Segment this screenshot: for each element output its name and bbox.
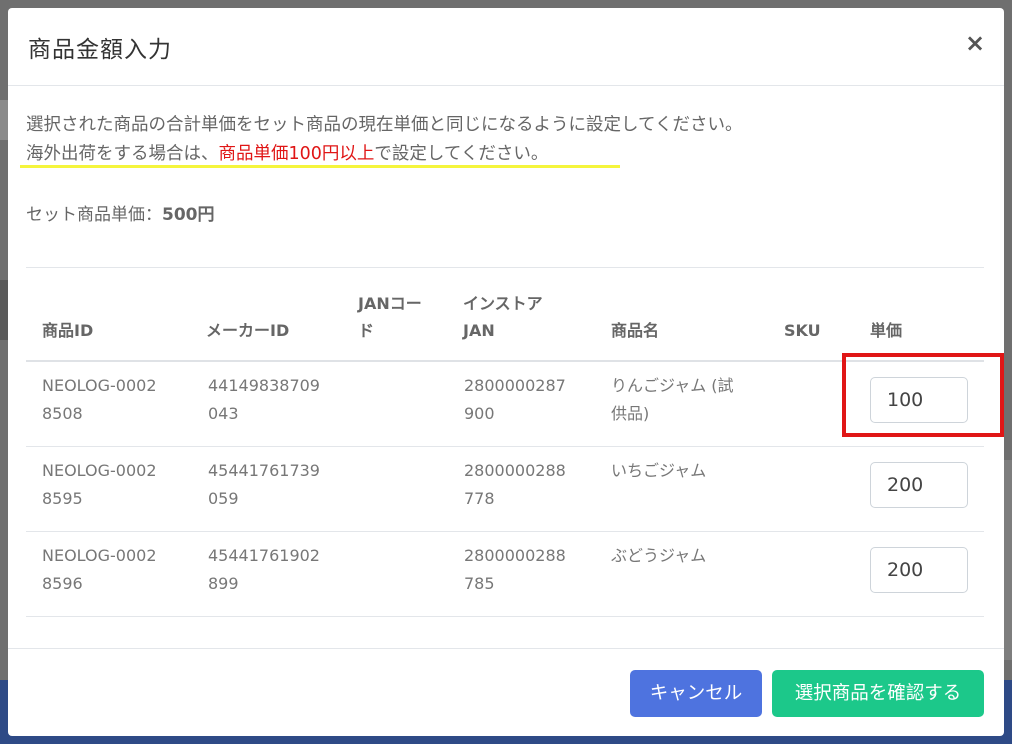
column-header-sku: SKU [784,321,821,340]
cell-maker-id: 44149838709 043 [208,372,320,428]
cell-product-id: NEOLOG-0002 8508 [42,372,157,428]
highlight-underline [20,165,620,168]
cell-instore-jan: 2800000287 900 [464,372,566,428]
modal-title: 商品金額入力 [28,37,172,63]
column-header-product-id: 商品ID [42,321,94,340]
column-header-instore-jan-line2: JAN [463,321,495,340]
table-row: NEOLOG-0002 8596 45441761902 899 2800000… [26,532,984,617]
column-header-unit-price: 単価 [870,321,903,340]
background-page-edge [0,100,8,140]
cell-maker-id-line1: 44149838709 [208,376,320,395]
set-price-label: セット商品単価： [26,205,162,225]
price-input-modal: 商品金額入力 × 選択された商品の合計単価をセット商品の現在単価と同じになるよう… [8,8,1004,736]
cell-instore-jan-line1: 2800000287 [464,376,566,395]
cell-product-name-line1: ぶどうジャム [611,546,707,565]
table-row: NEOLOG-0002 8595 45441761739 059 2800000… [26,447,984,532]
cancel-button[interactable]: キャンセル [630,670,762,717]
modal-footer: キャンセル 選択商品を確認する [8,648,1004,736]
cell-product-id-line2: 8595 [42,489,83,508]
column-header-instore-jan: インストア JAN [463,290,543,344]
table-divider [26,267,984,268]
column-header-jan-code-line1: JANコー [358,294,422,313]
cell-maker-id: 45441761902 899 [208,542,320,598]
unit-price-input[interactable]: 200 [870,547,968,593]
description-line-2-prefix: 海外出荷をする場合は、 [26,144,219,164]
cell-instore-jan-line2: 900 [464,404,495,423]
cell-product-name: ぶどうジャム [611,542,706,570]
cell-instore-jan: 2800000288 785 [464,542,566,598]
cell-maker-id-line1: 45441761739 [208,461,320,480]
background-page-edge [0,280,8,340]
cell-product-name: りんごジャム (試 供品) [611,372,734,428]
cell-product-id-line1: NEOLOG-0002 [42,376,157,395]
cell-instore-jan-line2: 785 [464,574,495,593]
description-line-1: 選択された商品の合計単価をセット商品の現在単価と同じになるように設定してください… [26,115,743,135]
unit-price-input[interactable]: 200 [870,462,968,508]
cell-product-name: いちごジャム [611,457,706,485]
description-line-2: 海外出荷をする場合は、商品単価100円以上で設定してください。 [26,140,548,165]
confirm-selected-products-button[interactable]: 選択商品を確認する [772,670,984,717]
cell-maker-id-line2: 059 [208,489,239,508]
cell-product-name-line1: いちごジャム [611,461,707,480]
column-header-jan-code: JANコー ド [358,290,422,344]
background-page-edge [1004,460,1012,660]
cell-maker-id: 45441761739 059 [208,457,320,513]
close-icon[interactable]: × [960,28,990,58]
column-header-instore-jan-line1: インストア [463,294,543,313]
column-header-maker-id: メーカーID [206,321,290,340]
cell-instore-jan-line1: 2800000288 [464,546,566,565]
highlight-annotation-box [842,353,1004,437]
cell-product-id-line1: NEOLOG-0002 [42,461,157,480]
cell-product-id-line2: 8508 [42,404,83,423]
cell-instore-jan-line2: 778 [464,489,495,508]
cell-product-name-line2: 供品) [611,404,650,423]
column-header-product-name: 商品名 [611,321,660,340]
table-row: NEOLOG-0002 8508 44149838709 043 2800000… [26,362,984,447]
cell-maker-id-line2: 899 [208,574,239,593]
set-price-info: セット商品単価：500円 [26,200,215,225]
cell-maker-id-line2: 043 [208,404,239,423]
description-highlight: 商品単価100円以上 [218,144,375,164]
set-price-value: 500円 [162,205,215,225]
cell-product-id: NEOLOG-0002 8596 [42,542,157,598]
cell-product-id-line1: NEOLOG-0002 [42,546,157,565]
modal-header: 商品金額入力 × [8,8,1004,86]
cell-product-id-line2: 8596 [42,574,83,593]
description-line-2-suffix: で設定してください。 [374,144,549,164]
cell-instore-jan: 2800000288 778 [464,457,566,513]
cell-instore-jan-line1: 2800000288 [464,461,566,480]
column-header-jan-code-line2: ド [358,321,375,340]
cell-product-id: NEOLOG-0002 8595 [42,457,157,513]
cell-product-name-line1: りんごジャム (試 [611,376,734,395]
cell-maker-id-line1: 45441761902 [208,546,320,565]
